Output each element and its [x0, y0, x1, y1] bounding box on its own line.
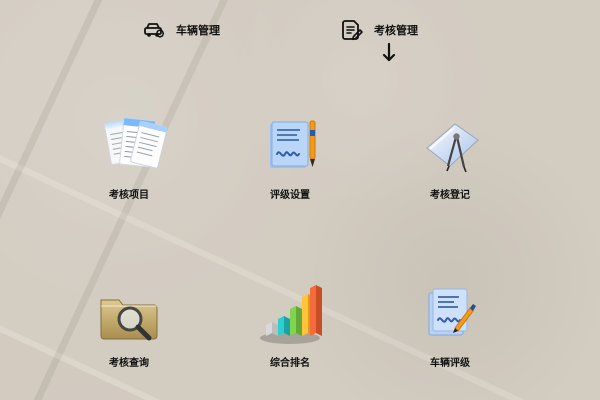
assessment-registration-tile[interactable]: 考核登记	[395, 112, 505, 222]
assessment-project-tile[interactable]: 考核项目	[74, 112, 184, 222]
bar-chart-icon	[252, 280, 328, 350]
drafting-tools-icon	[412, 112, 488, 182]
document-edit-icon	[340, 18, 364, 42]
overall-ranking-tile[interactable]: 综合排名	[235, 280, 345, 390]
assessment-management-label: 考核管理	[374, 23, 418, 37]
down-arrow-icon	[381, 42, 397, 64]
assessment-query-tile[interactable]: 考核查询	[74, 280, 184, 390]
assessment-management-nav[interactable]: 考核管理	[340, 18, 418, 42]
vehicle-management-label: 车辆管理	[176, 23, 220, 37]
overall-ranking-label: 综合排名	[270, 358, 310, 369]
top-navigation: 车辆管理 考核管理	[0, 0, 600, 70]
signature-document-icon	[252, 112, 328, 182]
assessment-project-label: 考核项目	[109, 190, 149, 201]
car-settings-icon	[142, 18, 166, 42]
vehicle-rating-label: 车辆评级	[430, 358, 470, 369]
documents-icon	[91, 112, 167, 182]
rating-settings-label: 评级设置	[270, 190, 310, 201]
vehicle-management-nav[interactable]: 车辆管理	[142, 18, 220, 42]
rating-settings-tile[interactable]: 评级设置	[235, 112, 345, 222]
folder-search-icon	[91, 280, 167, 350]
assessment-registration-label: 考核登记	[430, 190, 470, 201]
vehicle-rating-tile[interactable]: 车辆评级	[395, 280, 505, 390]
assessment-query-label: 考核查询	[109, 358, 149, 369]
signature-pen-icon	[412, 280, 488, 350]
